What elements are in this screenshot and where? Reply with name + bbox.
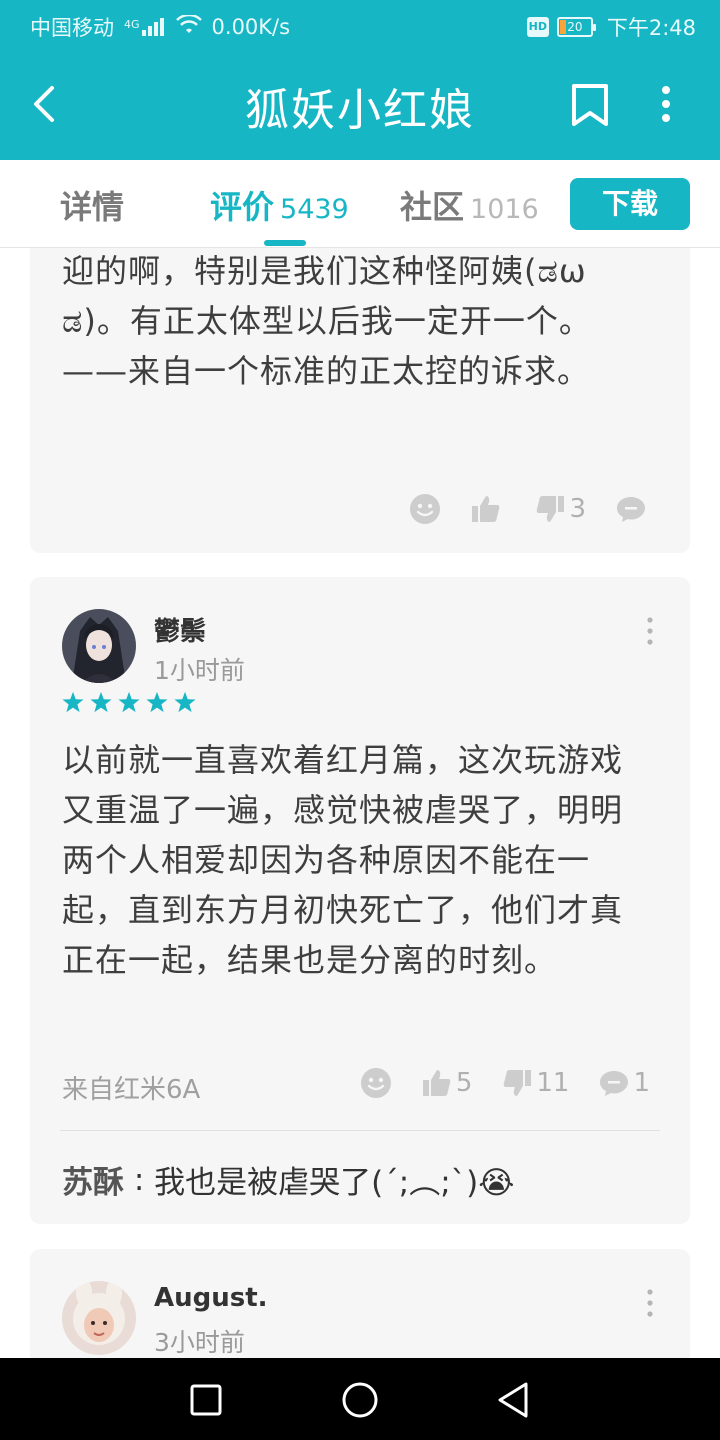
review-card: 鬱鬃 1小时前 以前就一直喜欢着红月篇，这次玩游戏又重温了一遍，感觉快被虐哭了，… xyxy=(30,577,690,1224)
star-icon xyxy=(146,691,168,713)
avatar[interactable] xyxy=(62,1281,136,1355)
comment-count: 1 xyxy=(633,1068,650,1098)
tab-reviews[interactable]: 评价 5439 xyxy=(210,182,349,228)
bookmark-icon[interactable] xyxy=(566,78,614,130)
battery-icon: 20 xyxy=(556,17,596,37)
home-icon[interactable] xyxy=(338,1378,382,1422)
reply-text: 我也是被虐哭了(´;︵;`)😭 xyxy=(154,1165,515,1201)
review-card: 在一个正太体型上说，对正太也很受欢迎的啊，特别是我们这种怪阿姨(ಡωಡ)。有正太… xyxy=(30,248,690,553)
tab-details-label: 详情 xyxy=(60,188,125,226)
tab-details[interactable]: 详情 xyxy=(60,182,124,228)
review-actions: 3 xyxy=(409,493,650,525)
thumbs-up-icon xyxy=(472,496,500,522)
comment-button[interactable]: 1 xyxy=(599,1068,650,1098)
like-button[interactable] xyxy=(471,494,505,524)
network-speed: 0.00K/s xyxy=(211,15,291,39)
more-vertical-icon[interactable] xyxy=(642,1287,658,1319)
back-triangle-icon[interactable] xyxy=(492,1378,536,1422)
app-bar: 狐妖小红娘 xyxy=(0,50,720,160)
reply-item[interactable]: 苏酥 : 我也是被虐哭了(´;︵;`)😭 xyxy=(62,1157,514,1202)
device-label: 来自红米6A xyxy=(62,1075,201,1105)
thumbs-down-icon xyxy=(537,496,565,522)
thumbs-up-icon xyxy=(422,1070,451,1096)
status-bar: 中国移动 4G 0.00K/s HD 20 下午2:48 xyxy=(0,0,720,50)
star-icon xyxy=(90,691,112,713)
like-button[interactable]: 5 xyxy=(422,1068,473,1098)
star-icon xyxy=(62,691,84,713)
divider xyxy=(60,1130,660,1131)
review-username[interactable]: August. xyxy=(154,1283,268,1313)
reviews-list[interactable]: 在一个正太体型上说，对正太也很受欢迎的啊，特别是我们这种怪阿姨(ಡωಡ)。有正太… xyxy=(0,248,720,1358)
comment-button[interactable] xyxy=(616,494,650,524)
wifi-icon xyxy=(175,13,202,40)
review-actions: 5 11 1 xyxy=(360,1067,650,1099)
carrier-label: 中国移动 xyxy=(30,16,114,40)
hd-badge: HD xyxy=(526,17,549,37)
star-icon xyxy=(174,691,196,713)
tab-reviews-label: 评价 xyxy=(210,188,275,226)
reply-separator: : xyxy=(124,1161,155,1198)
recent-apps-icon[interactable] xyxy=(184,1378,228,1422)
star-rating xyxy=(62,691,196,713)
star-icon xyxy=(118,691,140,713)
review-username[interactable]: 鬱鬃 xyxy=(154,611,206,648)
comment-bubble-icon xyxy=(600,1071,629,1096)
dislike-count: 3 xyxy=(569,494,586,524)
comment-bubble-icon xyxy=(617,497,645,522)
tab-reviews-count: 5439 xyxy=(280,194,349,225)
reply-username[interactable]: 苏酥 xyxy=(62,1157,124,1202)
clock: 下午2:48 xyxy=(606,16,696,40)
tab-indicator xyxy=(264,240,306,246)
avatar[interactable] xyxy=(62,609,136,683)
tab-community-count: 1016 xyxy=(470,194,539,225)
more-vertical-icon[interactable] xyxy=(642,615,658,647)
download-button[interactable]: 下载 xyxy=(570,178,690,230)
thumbs-down-icon xyxy=(504,1070,532,1096)
system-nav-bar xyxy=(0,1358,720,1440)
smiley-icon[interactable] xyxy=(360,1067,392,1099)
smiley-icon[interactable] xyxy=(409,493,441,525)
review-card: August. 3小时前 xyxy=(30,1249,690,1358)
battery-level: 20 xyxy=(567,20,583,34)
tab-community[interactable]: 社区 1016 xyxy=(400,182,539,228)
dislike-count: 11 xyxy=(536,1068,570,1098)
review-text: 以前就一直喜欢着红月篇，这次玩游戏又重温了一遍，感觉快被虐哭了，明明两个人相爱却… xyxy=(62,741,624,979)
signal-icon: 4G xyxy=(124,18,166,36)
review-text: 在一个正太体型上说，对正太也很受欢迎的啊，特别是我们这种怪阿姨(ಡωಡ)。有正太… xyxy=(62,252,592,390)
more-vertical-icon[interactable] xyxy=(648,78,684,130)
tab-community-label: 社区 xyxy=(400,188,465,226)
review-time: 3小时前 xyxy=(154,1328,245,1357)
network-type-label: 4G xyxy=(124,18,140,31)
review-time: 1小时前 xyxy=(154,656,245,685)
tab-bar: 详情 评价 5439 社区 1016 下载 xyxy=(0,160,720,248)
dislike-button[interactable]: 3 xyxy=(535,494,586,524)
dislike-button[interactable]: 11 xyxy=(502,1068,569,1098)
like-count: 5 xyxy=(455,1068,473,1098)
